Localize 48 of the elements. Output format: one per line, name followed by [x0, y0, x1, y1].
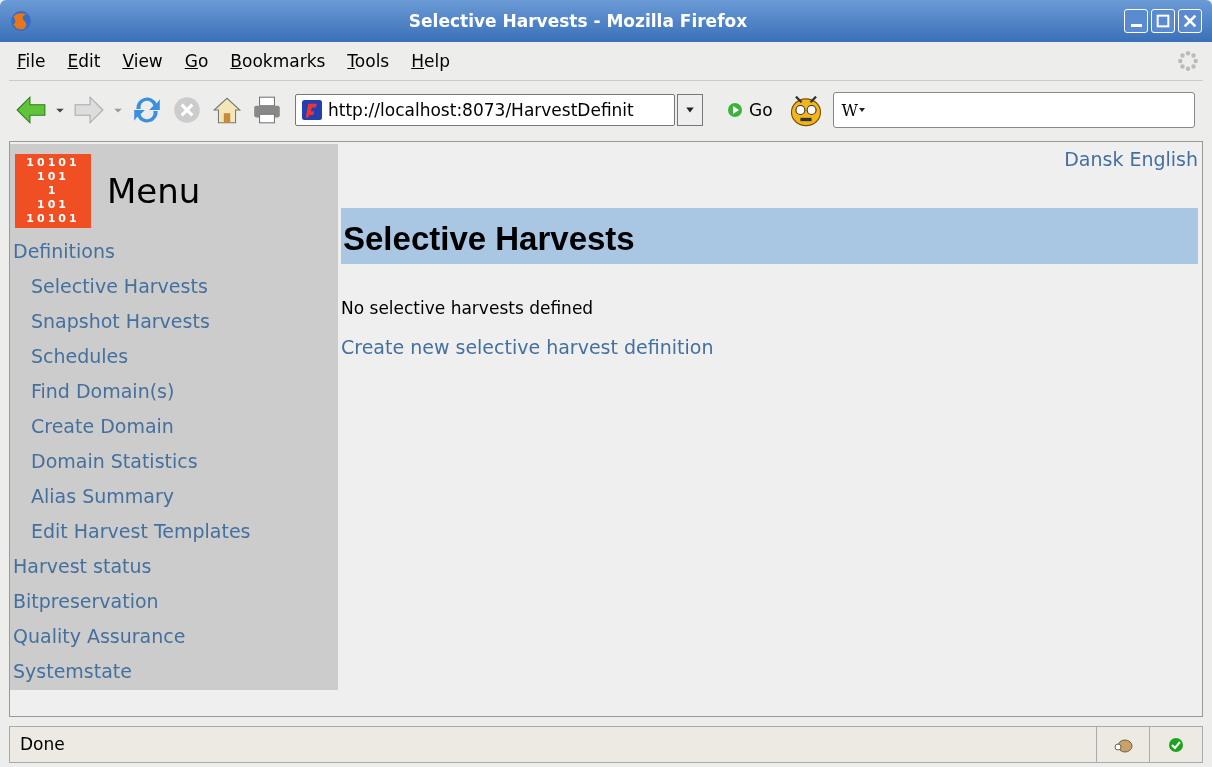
logo: 10101 101 1 101 10101: [15, 154, 91, 228]
forward-arrow-icon[interactable]: [73, 94, 105, 126]
nav-link[interactable]: Alias Summary: [31, 479, 174, 514]
language-link[interactable]: English: [1129, 148, 1198, 172]
nav-link[interactable]: Create Domain: [31, 409, 174, 444]
nav-link[interactable]: Definitions: [13, 234, 115, 269]
menu-item[interactable]: Go: [184, 51, 209, 71]
nav-link[interactable]: Bitpreservation: [13, 584, 159, 619]
nav-link[interactable]: Systemstate: [13, 654, 132, 689]
nav-link[interactable]: Find Domain(s): [31, 374, 175, 409]
search-field[interactable]: W: [832, 92, 1195, 128]
nav-link[interactable]: Quality Assurance: [13, 619, 186, 654]
play-icon: [727, 102, 743, 118]
window-title: Selective Harvests - Mozilla Firefox: [407, 11, 749, 31]
caret-icon: [685, 105, 695, 115]
menu-item[interactable]: File: [17, 51, 46, 71]
nav-link[interactable]: Schedules: [31, 339, 129, 374]
close-icon: [1182, 13, 1198, 29]
menu-item[interactable]: Edit: [67, 51, 101, 71]
minimize-button[interactable]: [1124, 9, 1148, 33]
nav-link[interactable]: Harvest status: [13, 549, 152, 584]
nav-link[interactable]: Edit Harvest Templates: [31, 514, 251, 549]
create-link[interactable]: Create new selective harvest definition: [341, 336, 714, 358]
sidebar-title: Menu: [107, 171, 201, 211]
back-arrow-icon[interactable]: [15, 94, 47, 126]
checkmark-icon: [1168, 736, 1184, 753]
page-heading: Selective Harvests: [341, 208, 1198, 264]
empty-message: No selective harvests defined: [341, 298, 595, 318]
maximize-icon: [1155, 13, 1171, 29]
language-link[interactable]: Dansk: [1064, 148, 1124, 172]
nav-link[interactable]: Domain Statistics: [31, 444, 198, 479]
go-button[interactable]: Go: [721, 99, 779, 121]
nav-link[interactable]: Snapshot Harvests: [31, 304, 210, 339]
printer-icon[interactable]: [251, 94, 283, 126]
close-button[interactable]: [1178, 9, 1202, 33]
status-text: Done: [19, 733, 66, 756]
maximize-button[interactable]: [1151, 9, 1175, 33]
site-icon: [302, 100, 322, 120]
menu-item[interactable]: Bookmarks: [230, 51, 326, 71]
menu-item[interactable]: Tools: [347, 51, 390, 71]
nav-link[interactable]: Selective Harvests: [31, 269, 208, 304]
throbber-icon: [1177, 50, 1199, 72]
history-dropdown-button[interactable]: [677, 94, 703, 126]
caret-icon: [858, 106, 867, 114]
menu-item[interactable]: Help: [411, 51, 450, 71]
menu-item[interactable]: View: [122, 51, 163, 71]
minimize-icon: [1130, 24, 1142, 27]
address-field[interactable]: http://localhost:8073/HarvestDefinit: [295, 94, 675, 126]
